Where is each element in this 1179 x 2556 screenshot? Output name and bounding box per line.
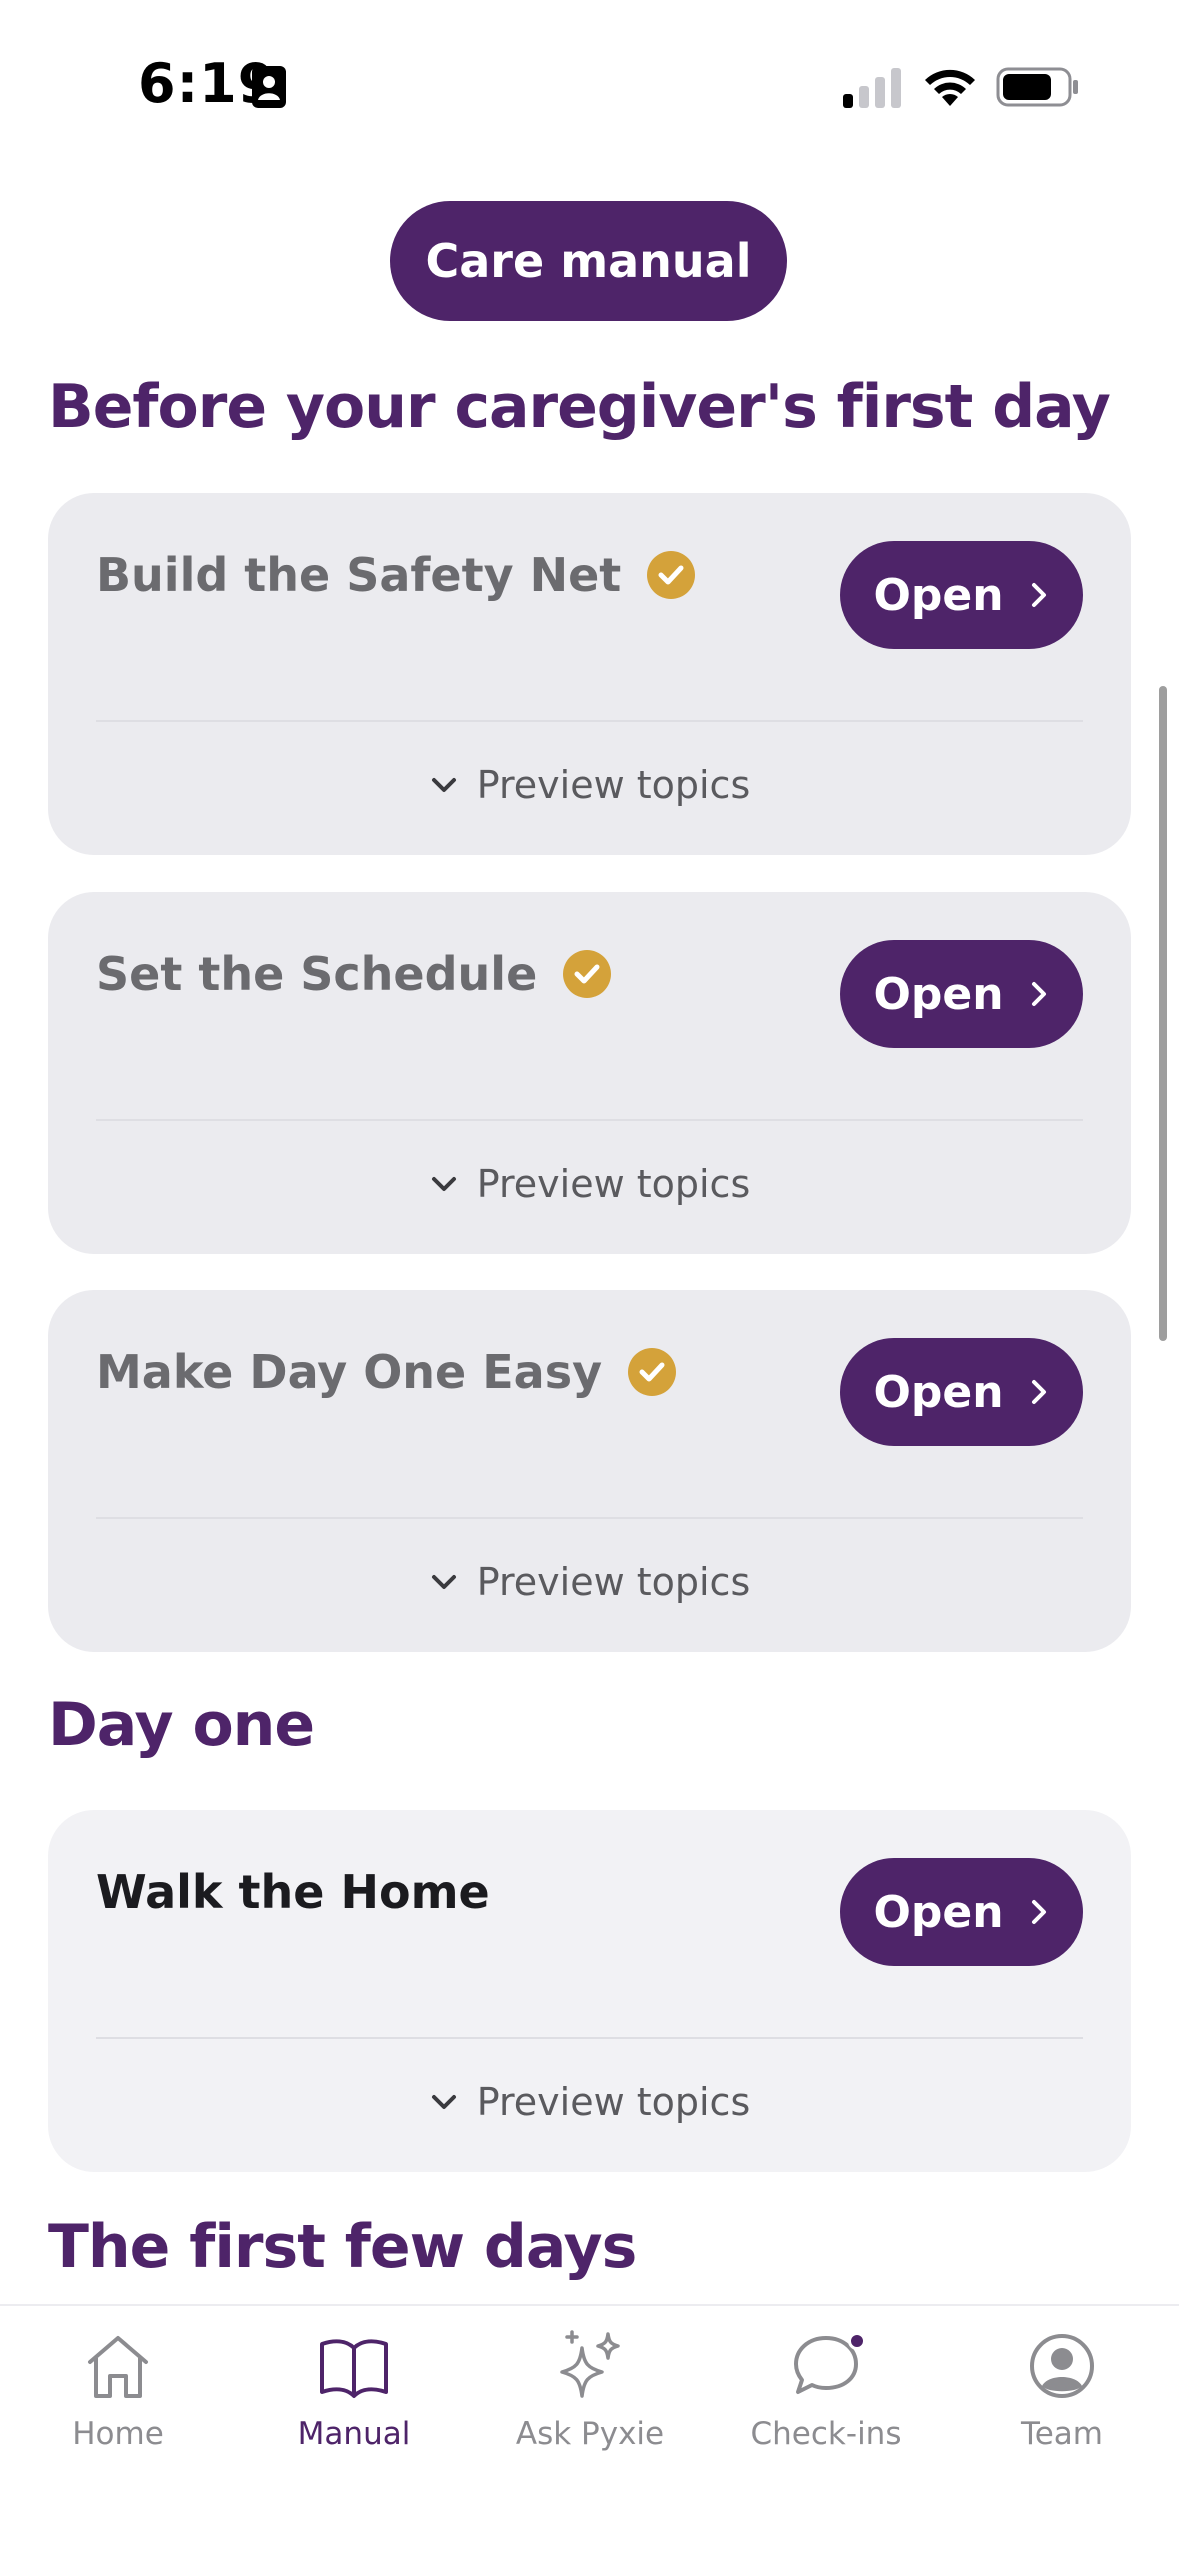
check-circle-icon: [628, 1348, 677, 1396]
preview-topics-toggle[interactable]: Preview topics: [48, 1542, 1131, 1622]
chevron-down-icon: [431, 778, 456, 792]
card-title: Build the Safety Net: [96, 548, 696, 602]
cellular-signal-icon: [843, 68, 901, 108]
chevron-right-icon: [1031, 583, 1046, 607]
card-title-text: Set the Schedule: [96, 947, 538, 1001]
preview-topics-toggle[interactable]: Preview topics: [48, 1144, 1131, 1224]
tab-label: Check-ins: [750, 2416, 902, 2452]
tab-manual[interactable]: Manual: [236, 2326, 472, 2476]
open-button[interactable]: Open: [840, 1338, 1083, 1446]
manual-card: Walk the Home Open Preview topics: [48, 1810, 1131, 2172]
open-button[interactable]: Open: [840, 541, 1083, 649]
card-title-text: Make Day One Easy: [96, 1345, 603, 1399]
tab-ask-pyxie[interactable]: Ask Pyxie: [472, 2326, 708, 2476]
section-title-day-one: Day one: [48, 1690, 315, 1760]
chevron-right-icon: [1031, 1900, 1046, 1924]
card-divider: [96, 720, 1083, 722]
preview-topics-label: Preview topics: [476, 1162, 751, 1206]
tab-bar: Home Manual Ask Pyxie Check-ins Team: [0, 2304, 1179, 2556]
status-bar: 6:19: [0, 0, 1179, 170]
open-button[interactable]: Open: [840, 940, 1083, 1048]
tab-check-ins[interactable]: Check-ins: [708, 2326, 944, 2476]
card-title: Set the Schedule: [96, 947, 612, 1001]
tab-team[interactable]: Team: [944, 2326, 1179, 2476]
tab-label: Team: [1021, 2416, 1103, 2452]
open-button-label: Open: [873, 569, 1004, 621]
id-card-icon: [252, 66, 286, 108]
book-icon: [320, 2339, 388, 2398]
tab-label: Home: [72, 2416, 164, 2452]
tab-label: Manual: [297, 2416, 411, 2452]
sparkles-icon: [560, 2330, 620, 2398]
check-circle-icon: [647, 551, 696, 599]
manual-card: Make Day One Easy Open Preview topics: [48, 1290, 1131, 1652]
open-button[interactable]: Open: [840, 1858, 1083, 1966]
card-divider: [96, 2037, 1083, 2039]
manual-card: Set the Schedule Open Preview topics: [48, 892, 1131, 1254]
card-divider: [96, 1517, 1083, 1519]
battery-icon: [996, 67, 1078, 107]
chevron-right-icon: [1031, 1380, 1046, 1404]
tab-home[interactable]: Home: [0, 2326, 236, 2476]
preview-topics-label: Preview topics: [476, 763, 751, 807]
chevron-right-icon: [1031, 982, 1046, 1006]
preview-topics-label: Preview topics: [476, 1560, 751, 1604]
card-divider: [96, 1119, 1083, 1121]
open-button-label: Open: [873, 1366, 1004, 1418]
preview-topics-toggle[interactable]: Preview topics: [48, 2062, 1131, 2142]
notification-dot: [848, 2332, 866, 2350]
check-circle-icon: [563, 950, 612, 998]
care-manual-pill[interactable]: Care manual: [390, 201, 787, 321]
person-circle-icon: [1030, 2334, 1094, 2398]
card-title: Walk the Home: [96, 1865, 490, 1919]
preview-topics-toggle[interactable]: Preview topics: [48, 745, 1131, 825]
section-title-before-first-day: Before your caregiver's first day: [48, 372, 1111, 442]
card-title: Make Day One Easy: [96, 1345, 677, 1399]
wifi-icon: [925, 69, 975, 106]
open-button-label: Open: [873, 968, 1004, 1020]
manual-card: Build the Safety Net Open Preview topics: [48, 493, 1131, 855]
preview-topics-label: Preview topics: [476, 2080, 751, 2124]
home-icon: [88, 2336, 148, 2398]
chevron-down-icon: [431, 1177, 456, 1191]
chevron-down-icon: [431, 1575, 456, 1589]
open-button-label: Open: [873, 1886, 1004, 1938]
card-title-text: Build the Safety Net: [96, 548, 622, 602]
section-title-first-few-days: The first few days: [48, 2212, 637, 2282]
scrollbar[interactable]: [1159, 686, 1167, 1341]
chevron-down-icon: [431, 2095, 456, 2109]
tab-label: Ask Pyxie: [515, 2416, 665, 2452]
card-title-text: Walk the Home: [96, 1865, 490, 1919]
